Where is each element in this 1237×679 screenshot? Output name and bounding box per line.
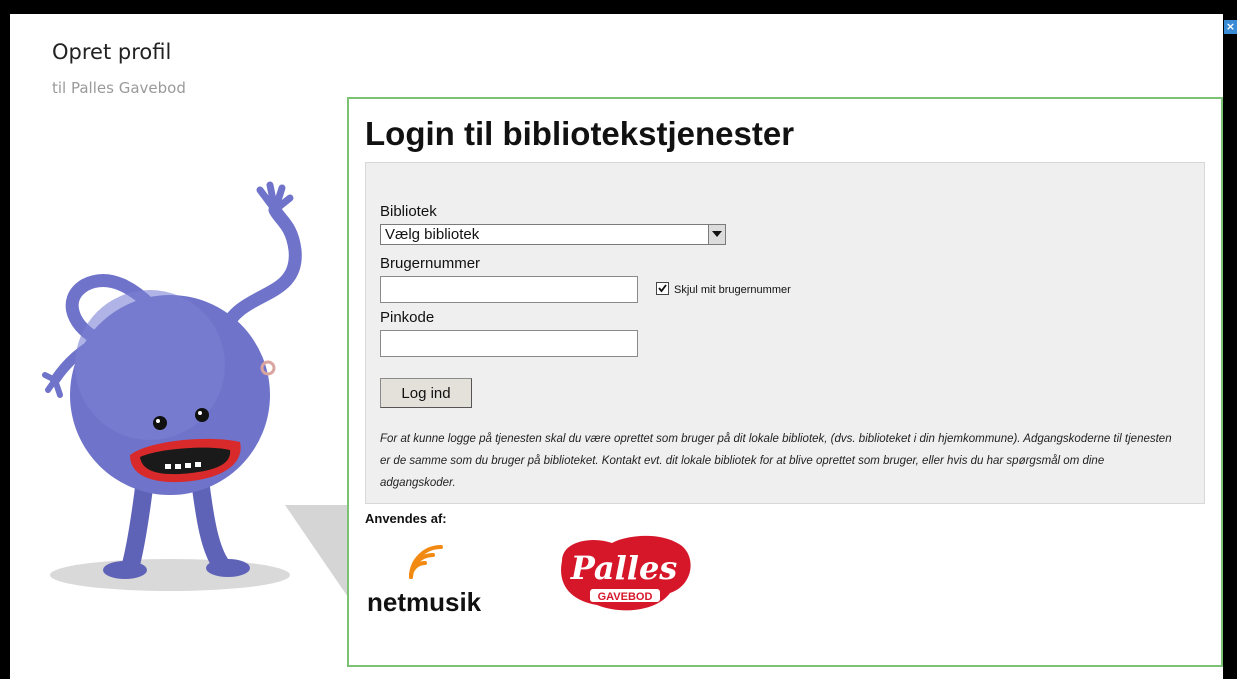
- hide-number-checkbox[interactable]: [656, 282, 669, 295]
- used-by-label: Anvendes af:: [365, 511, 447, 526]
- mascot-illustration: [42, 181, 370, 600]
- window-left-border: [0, 0, 10, 679]
- window-right-border: [1223, 0, 1237, 679]
- netmusik-logo: netmusik: [367, 537, 527, 617]
- close-button[interactable]: ×: [1224, 20, 1237, 34]
- library-select-value: Vælg bibliotek: [385, 226, 480, 243]
- login-panel: Login til bibliotekstjenester Bibliotek …: [347, 97, 1223, 667]
- chevron-down-icon[interactable]: [708, 225, 725, 244]
- signal-waves-icon: [409, 545, 443, 579]
- window-top-border: [0, 0, 1237, 14]
- dialog-subtitle: til Palles Gavebod: [52, 79, 186, 97]
- palles-gavebod-logo: Palles GAVEBOD: [561, 535, 691, 611]
- library-label: Bibliotek: [380, 203, 437, 220]
- svg-text:Palles: Palles: [570, 549, 678, 587]
- library-select[interactable]: Vælg bibliotek: [380, 224, 726, 245]
- login-heading: Login til bibliotekstjenester: [365, 115, 795, 152]
- login-info-text: For at kunne logge på tjenesten skal du …: [380, 433, 1172, 489]
- dialog-title: Opret profil: [52, 40, 172, 64]
- login-button[interactable]: Log ind: [380, 378, 472, 408]
- user-number-input[interactable]: [380, 276, 638, 303]
- pin-label: Pinkode: [380, 309, 435, 326]
- login-form: Bibliotek Vælg bibliotek Brugernummer Sk…: [365, 162, 1205, 504]
- pin-input[interactable]: [380, 330, 638, 357]
- svg-text:GAVEBOD: GAVEBOD: [598, 591, 653, 603]
- netmusik-logo-text: netmusik: [367, 587, 482, 617]
- hide-number-label[interactable]: Skjul mit brugernummer: [674, 284, 791, 296]
- user-number-label: Brugernummer: [380, 255, 481, 272]
